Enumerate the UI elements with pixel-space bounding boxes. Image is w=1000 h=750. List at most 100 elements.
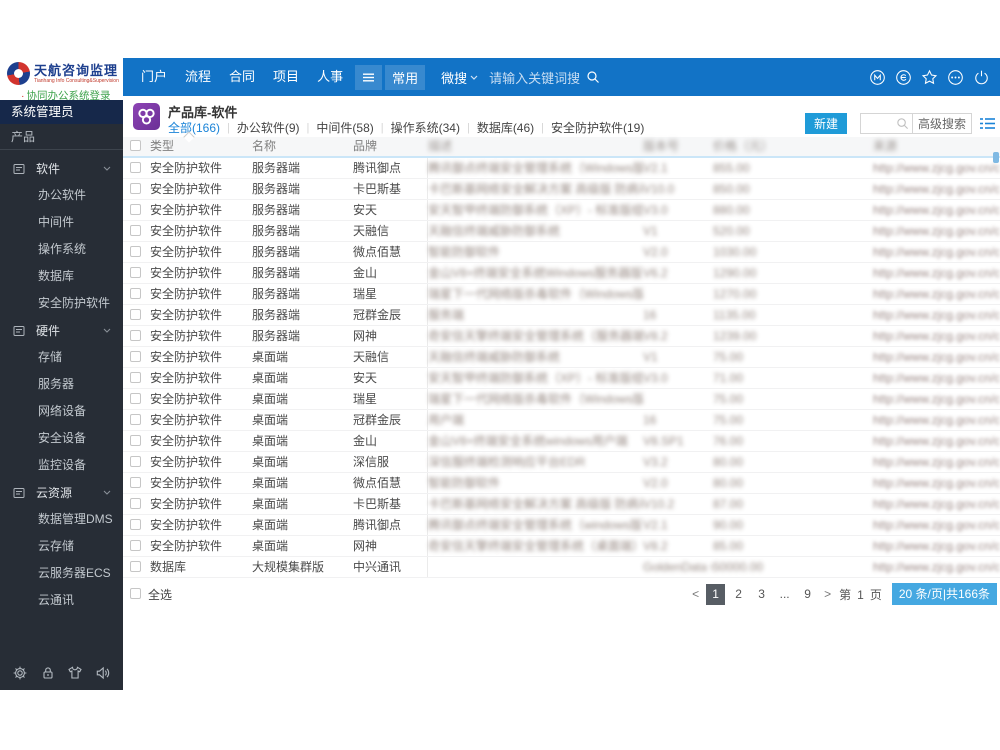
row-checkbox[interactable] — [130, 351, 141, 363]
table-search-box[interactable] — [859, 113, 912, 134]
row-checkbox[interactable] — [130, 288, 141, 300]
table-search-input[interactable] — [865, 116, 896, 131]
page-button-9[interactable]: 9 — [798, 584, 817, 605]
search-icon[interactable] — [586, 70, 600, 84]
lock-icon[interactable] — [40, 665, 56, 681]
message-circle-icon[interactable] — [895, 69, 912, 86]
sidebar-item[interactable]: 监控设备 — [0, 452, 123, 479]
table-row[interactable]: 安全防护软件 服务器端 卡巴斯基卡巴斯基网络安全解决方案 高级版 防病毒授权（10-… — [123, 179, 1000, 200]
row-checkbox[interactable] — [130, 309, 141, 321]
sidebar-group-2[interactable]: 硬件 — [0, 317, 123, 344]
search-scope-dropdown[interactable]: 微搜 — [441, 68, 478, 87]
checkbox-icon[interactable] — [130, 587, 141, 599]
table-row[interactable]: 安全防护软件 桌面端 安天 安天智甲终端防御系统（XP）- 标准版组件 V3.0 71.0… — [123, 368, 1000, 389]
star-icon[interactable] — [921, 69, 938, 86]
current-role[interactable]: 系统管理员 — [0, 100, 123, 124]
row-checkbox[interactable] — [130, 204, 141, 216]
row-checkbox[interactable] — [130, 561, 141, 573]
theme-icon[interactable] — [67, 665, 83, 681]
row-checkbox[interactable] — [130, 162, 141, 174]
filter-tab-5[interactable]: 数据库(46) — [477, 119, 534, 136]
table-row[interactable]: 安全防护软件 桌面端 深信服 深信服终端检测响应平台EDR V3.2 80.00 http:… — [123, 452, 1000, 473]
header-checkbox[interactable] — [130, 140, 141, 152]
filter-tab-6[interactable]: 安全防护软件(19) — [551, 119, 644, 136]
jump-page-input[interactable]: 1 — [857, 588, 864, 602]
table-row[interactable]: 安全防护软件 桌面端 微点佰慧 智能防御软件 V2.0 80.00 http://www.z… — [123, 473, 1000, 494]
nav-item-4[interactable]: 项目 — [264, 58, 308, 96]
scrollbar-thumb[interactable] — [993, 152, 999, 163]
sidebar-item[interactable]: 云存储 — [0, 533, 123, 560]
sidebar-group-3[interactable]: 云资源 — [0, 479, 123, 506]
table-row[interactable]: 安全防护软件 桌面端 腾讯御点腾讯御点终端安全管理系统（windows版）V2.1V… — [123, 515, 1000, 536]
next-page-button[interactable]: > — [819, 584, 836, 605]
page-button-3[interactable]: 3 — [752, 584, 771, 605]
sidebar-item[interactable]: 数据库 — [0, 263, 123, 290]
table-row[interactable]: 安全防护软件 服务器端 瑞星瑞星下一代网络版杀毒软件（Windows版）服务器端 12… — [123, 284, 1000, 305]
sidebar-item[interactable]: 网络设备 — [0, 398, 123, 425]
table-row[interactable]: 数据库 大规模集群版 中兴通讯 GoldenData v...50000.00 http… — [123, 557, 1000, 578]
more-circle-icon[interactable] — [947, 69, 964, 86]
advanced-search-button[interactable]: 高级搜索 — [911, 113, 972, 134]
page-button-1[interactable]: 1 — [706, 583, 726, 605]
row-checkbox[interactable] — [130, 372, 141, 384]
row-checkbox[interactable] — [130, 393, 141, 405]
sidebar-item[interactable]: 云服务器ECS — [0, 560, 123, 587]
nav-item-1[interactable]: 门户 — [132, 58, 176, 96]
filter-tab-1[interactable]: 全部(166) — [168, 119, 220, 136]
row-checkbox[interactable] — [130, 519, 141, 531]
row-checkbox[interactable] — [130, 435, 141, 447]
table-row[interactable]: 安全防护软件 服务器端 网神 奇安信天擎终端安全管理系统（服务器端） V8.2 1239.… — [123, 326, 1000, 347]
nav-item-2[interactable]: 流程 — [176, 58, 220, 96]
table-row[interactable]: 安全防护软件 桌面端 卡巴斯基卡巴斯基网络安全解决方案 高级版 防病毒授权（桌面）-… — [123, 494, 1000, 515]
table-row[interactable]: 安全防护软件 桌面端 网神 奇安信天擎终端安全管理系统（桌面端） V8.2 85.00 ht… — [123, 536, 1000, 557]
table-row[interactable]: 安全防护软件 服务器端 腾讯御点 腾讯御点终端安全管理系统（Windows版） V2.1… — [123, 158, 1000, 179]
sidebar-item[interactable]: 存储 — [0, 344, 123, 371]
nav-tab-common[interactable]: 常用 — [385, 64, 426, 90]
sidebar-section-product[interactable]: 产品 — [0, 124, 123, 150]
nav-item-5[interactable]: 人事 — [308, 58, 352, 96]
filter-tab-2[interactable]: 办公软件(9) — [237, 119, 300, 136]
filter-tab-4[interactable]: 操作系统(34) — [391, 119, 460, 136]
power-icon[interactable] — [973, 69, 990, 86]
row-checkbox[interactable] — [130, 498, 141, 510]
table-row[interactable]: 安全防护软件 服务器端 冠群金辰 服务端 16 1135.00 http://www.zjc… — [123, 305, 1000, 326]
list-view-icon[interactable] — [980, 117, 995, 130]
row-checkbox[interactable] — [130, 225, 141, 237]
nav-item-3[interactable]: 合同 — [220, 58, 264, 96]
sidebar-item[interactable]: 安全防护软件 — [0, 290, 123, 317]
speaker-icon[interactable] — [95, 665, 111, 681]
table-row[interactable]: 安全防护软件 服务器端 天融信 天融信终端威胁防御系统 V1 520.00 http://w… — [123, 221, 1000, 242]
table-row[interactable]: 安全防护软件 桌面端 瑞星瑞星下一代网络版杀毒软件（Windows版）桌面端 75.0… — [123, 389, 1000, 410]
row-checkbox[interactable] — [130, 183, 141, 195]
m-circle-icon[interactable] — [869, 69, 886, 86]
row-checkbox[interactable] — [130, 267, 141, 279]
table-row[interactable]: 安全防护软件 服务器端 微点佰慧 智能防御软件 V2.0 1030.00 http://ww… — [123, 242, 1000, 263]
table-row[interactable]: 安全防护软件 桌面端 天融信 天融信终端威胁防御系统 V1 75.00 http://www… — [123, 347, 1000, 368]
gear-icon[interactable] — [12, 665, 28, 681]
filter-tab-3[interactable]: 中间件(58) — [316, 119, 373, 136]
sidebar-group-1[interactable]: 软件 — [0, 155, 123, 182]
row-checkbox[interactable] — [130, 330, 141, 342]
sidebar-item[interactable]: 操作系统 — [0, 236, 123, 263]
sidebar-item[interactable]: 办公软件 — [0, 182, 123, 209]
row-checkbox[interactable] — [130, 456, 141, 468]
sidebar-item[interactable]: 服务器 — [0, 371, 123, 398]
new-button[interactable]: 新建 — [804, 113, 847, 134]
row-checkbox[interactable] — [130, 414, 141, 426]
row-checkbox[interactable] — [130, 540, 141, 552]
nav-menu-button[interactable] — [355, 64, 383, 90]
page-ellipsis[interactable]: ... — [775, 584, 794, 605]
global-search-input[interactable]: 请输入关键词搜 — [489, 68, 580, 87]
table-row[interactable]: 安全防护软件 服务器端 金山 金山V8+终端安全系统Windows服务器版 V6.2 12… — [123, 263, 1000, 284]
page-size-badge[interactable]: 20 条/页|共166条 — [891, 583, 997, 605]
prev-page-button[interactable]: < — [687, 584, 704, 605]
sidebar-item[interactable]: 数据管理DMS — [0, 506, 123, 533]
sidebar-item[interactable]: 安全设备 — [0, 425, 123, 452]
table-row[interactable]: 安全防护软件 桌面端 金山 金山V8+终端安全系统windows用户端 V8.SP1 76… — [123, 431, 1000, 452]
sidebar-item[interactable]: 云通讯 — [0, 587, 123, 614]
row-checkbox[interactable] — [130, 246, 141, 258]
page-button-2[interactable]: 2 — [729, 584, 748, 605]
select-all-checkbox[interactable]: 全选 — [123, 586, 172, 603]
table-row[interactable]: 安全防护软件 桌面端 冠群金辰 用户端 16 75.00 http://www.zjcg.g… — [123, 410, 1000, 431]
row-checkbox[interactable] — [130, 477, 141, 489]
